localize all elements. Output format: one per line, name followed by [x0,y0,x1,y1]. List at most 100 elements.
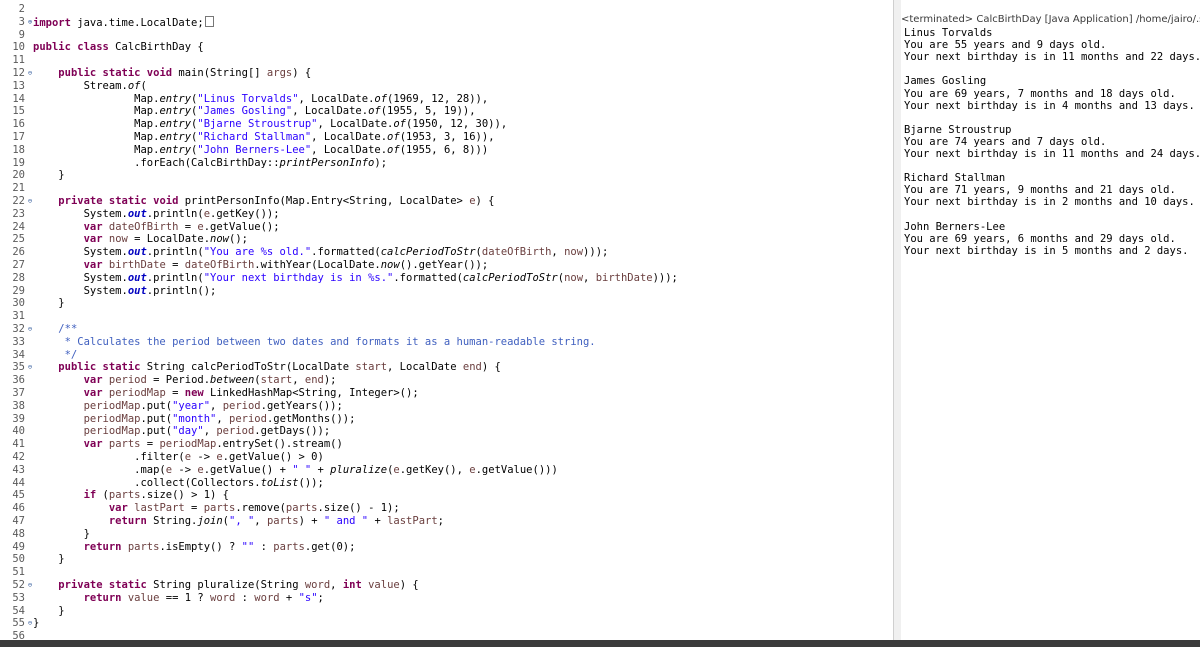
code-line[interactable]: 2 [0,3,893,16]
code-token: entry [159,92,192,105]
code-line[interactable]: 3 ⊕ import java.time.LocalDate; [0,15,893,29]
code-line[interactable]: 50 } [0,553,893,566]
code-token: " and " [323,515,369,527]
line-number: 26 [12,246,25,259]
code-line[interactable]: 55 ⊖} [0,617,893,630]
code-token: ; [317,591,324,604]
code-line[interactable]: 23 System.out.println(e.getKey()); [0,208,893,221]
code-line[interactable]: 48 } [0,528,893,541]
code-token: ) { [292,67,312,79]
code-line[interactable]: 45 if (parts.size() > 1) { [0,489,893,502]
code-line[interactable]: 21 [0,182,893,195]
code-line[interactable]: 38 periodMap.put("year", period.getYears… [0,400,893,413]
code-line[interactable]: 14 Map.entry("Linus Torvalds", LocalDate… [0,93,893,106]
code-line[interactable]: 22 ⊖ private static void printPersonInfo(… [0,195,893,208]
code-line[interactable]: 11 [0,54,893,67]
code-line[interactable]: 26 System.out.println("You are %s old.".… [0,246,893,259]
code-token: entry [159,105,192,118]
code-line[interactable]: 18 Map.entry("John Berners-Lee", LocalDa… [0,144,893,157]
code-line[interactable]: 31 [0,310,893,323]
code-line[interactable]: 47 return String.join(", ", parts) + " a… [0,515,893,528]
code-token: (1955, 6, 8))) [399,143,489,156]
code-text: var parts = periodMap.entrySet().stream(… [33,438,343,451]
code-line[interactable]: 24 var dateOfBirth = e.getValue(); [0,221,893,234]
line-number: 43 [12,463,25,476]
code-editor[interactable]: 2 3 ⊕ import java.time.LocalDate; 9 10 public … [0,0,893,640]
code-line[interactable]: 56 [0,630,893,640]
code-token: value [127,591,160,604]
code-line[interactable]: 15 Map.entry("James Gosling", LocalDate.… [0,105,893,118]
code-text: } [33,528,90,541]
code-line[interactable]: 20 } [0,169,893,182]
code-token: entry [159,131,192,143]
line-number: 27 [12,259,25,271]
code-line[interactable]: 44 .collect(Collectors.toList()); [0,477,893,490]
code-token: join [197,515,223,527]
code-line[interactable]: 19 .forEach(CalcBirthDay::printPersonInf… [0,157,893,170]
code-token: , LocalDate [387,361,463,374]
code-token: .map( [33,463,166,476]
line-number: 36 [12,374,25,387]
code-line[interactable]: 37 var periodMap = new LinkedHashMap<Str… [0,387,893,400]
code-token: , [216,412,230,425]
code-token: start [260,374,293,387]
code-line[interactable]: 40 periodMap.put("day", period.getDays()… [0,425,893,438]
code-line[interactable]: 42 .filter(e -> e.getValue() > 0) [0,451,893,464]
code-line[interactable]: 46 var lastPart = parts.remove(parts.siz… [0,502,893,515]
code-token: = LocalDate. [127,233,211,246]
code-line[interactable]: 53 return value == 1 ? word : word + "s"… [0,592,893,605]
code-line[interactable]: 43 .map(e -> e.getValue() + " " + plural… [0,464,893,477]
code-token: = [140,438,160,451]
code-token: dateOfBirth [184,259,255,271]
code-token: import [33,16,71,29]
code-line[interactable]: 25 var now = LocalDate.now(); [0,233,893,246]
code-text: .collect(Collectors.toList()); [33,477,324,490]
code-token: "Linus Torvalds" [197,92,299,105]
line-number: 45 [12,489,25,502]
code-token: var [83,387,103,399]
code-line[interactable]: 28 System.out.println("Your next birthda… [0,272,893,285]
code-token: (1969, 12, 28)), [387,92,489,105]
code-text: var now = LocalDate.now(); [33,233,248,246]
code-line[interactable]: 35 ⊖ public static String calcPeriodToStr… [0,361,893,374]
code-line[interactable]: 49 return parts.isEmpty() ? "" : parts.g… [0,541,893,554]
line-number: 53 [12,591,25,604]
code-line[interactable]: 9 [0,29,893,42]
code-line[interactable]: 29 System.out.println(); [0,285,893,298]
code-line[interactable]: 12 ⊖ public static void main(String[] arg… [0,67,893,80]
code-line[interactable]: 39 periodMap.put("month", period.getMont… [0,413,893,426]
code-line[interactable]: 36 var period = Period.between(start, en… [0,374,893,387]
code-token: .getDays()); [254,425,331,438]
code-token: = [165,387,185,399]
code-text: private static void printPersonInfo(Map.… [33,195,495,208]
code-token: System. [33,246,128,259]
code-line[interactable]: 16 Map.entry("Bjarne Stroustrup", LocalD… [0,118,893,131]
code-line[interactable]: 41 var parts = periodMap.entrySet().stre… [0,438,893,451]
code-token: ().getYear()); [399,259,489,271]
code-token: /** [58,323,78,335]
line-number: 32 [12,323,25,335]
code-line[interactable]: 34 */ [0,349,893,362]
code-line[interactable]: 32 ⊖ /** [0,323,893,336]
code-token: , [210,399,223,412]
console-view[interactable]: <terminated> CalcBirthDay [Java Applicat… [901,0,1200,640]
code-token: .getValue(); [203,220,280,233]
code-line[interactable]: 10 public class CalcBirthDay { [0,41,893,54]
code-token: } [33,553,65,566]
code-line[interactable]: 51 [0,566,893,579]
code-line[interactable]: 33 * Calculates the period between two d… [0,336,893,349]
code-line[interactable]: 17 Map.entry("Richard Stallman", LocalDa… [0,131,893,144]
code-token: ) { [475,195,495,207]
line-number: 41 [12,438,25,451]
collapsed-region-icon[interactable] [204,15,214,27]
code-line[interactable]: 52 ⊖ private static String pluralize(Stri… [0,579,893,592]
code-token: Stream. [33,79,128,92]
code-line[interactable]: 27 var birthDate = dateOfBirth.withYear(… [0,259,893,272]
code-line[interactable]: 54 } [0,605,893,618]
code-line[interactable]: 30 } [0,297,893,310]
code-line[interactable]: 13 Stream.of( [0,80,893,93]
